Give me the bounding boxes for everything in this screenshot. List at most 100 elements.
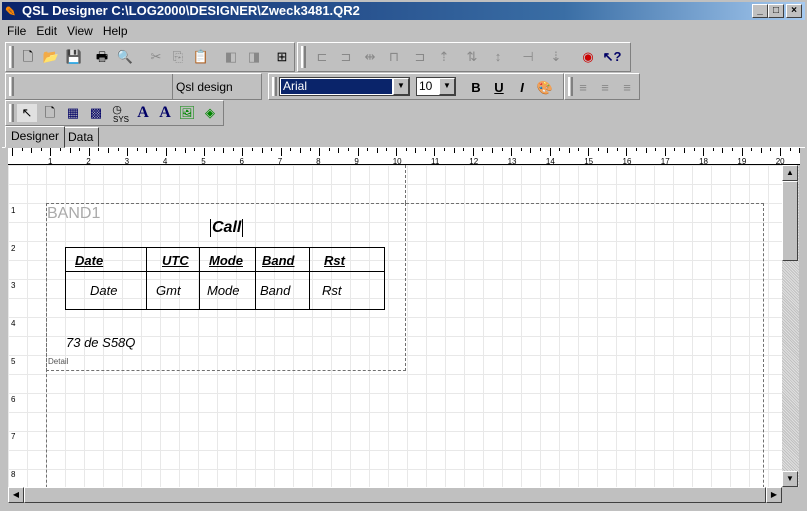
cut-icon[interactable]: ✂ <box>146 48 166 66</box>
page-icon[interactable]: 🗋 <box>40 104 60 122</box>
align-bottom-icon[interactable]: ⇣ <box>546 48 566 66</box>
header-mode[interactable]: Mode <box>209 253 243 268</box>
menu-file[interactable]: File <box>2 22 31 40</box>
vertical-scroll-thumb[interactable] <box>782 181 798 261</box>
ruler-tick <box>434 148 436 156</box>
print-preview-icon[interactable]: 🔍 <box>115 48 135 66</box>
shape-icon[interactable]: ◈ <box>200 104 220 122</box>
ruler-tick <box>770 148 772 151</box>
bold-button[interactable]: B <box>466 79 486 97</box>
vertical-scrollbar[interactable]: ▲ ▼ <box>782 165 799 487</box>
label-icon[interactable]: A <box>133 104 153 122</box>
minimize-button[interactable]: _ <box>752 4 768 18</box>
ruler-tick <box>194 148 196 151</box>
header-rst[interactable]: Rst <box>324 253 345 268</box>
call-field[interactable]: Call <box>210 219 244 237</box>
align-left-icon[interactable]: ⊏ <box>312 48 332 66</box>
ruler-tick <box>12 148 13 156</box>
help-pointer-icon[interactable]: ↖? <box>602 48 622 66</box>
ruler-tick <box>520 148 522 151</box>
tab-designer[interactable]: Designer <box>5 126 66 148</box>
chevron-down-icon[interactable]: ▼ <box>439 78 455 95</box>
paste-icon[interactable]: 📋 <box>191 48 211 66</box>
image-icon[interactable]: 🖼 <box>177 104 197 122</box>
copy-icon[interactable]: ⎘ <box>168 48 188 66</box>
header-date[interactable]: Date <box>75 253 103 268</box>
field-date[interactable]: Date <box>90 283 117 298</box>
text-center-icon[interactable]: ≡ <box>595 79 615 97</box>
text-left-icon[interactable]: ≡ <box>573 79 593 97</box>
row-number: 6 <box>11 394 16 404</box>
scroll-up-icon[interactable]: ▲ <box>782 165 798 181</box>
horizontal-scrollbar[interactable]: ◀ ▶ <box>8 487 782 503</box>
bring-front-icon[interactable]: ◧ <box>221 48 241 66</box>
pointer-icon[interactable]: ↖ <box>17 104 37 122</box>
close-button[interactable]: × <box>786 4 802 18</box>
align-up-icon[interactable]: ⇡ <box>434 48 454 66</box>
align-middle-icon[interactable]: ⊣ <box>518 48 538 66</box>
field-rst[interactable]: Rst <box>322 283 342 298</box>
scroll-left-icon[interactable]: ◀ <box>8 487 24 503</box>
ruler-tick <box>31 148 33 153</box>
vertical-space-icon[interactable]: ↕ <box>488 48 508 66</box>
ruler-number: 10 <box>392 157 402 165</box>
color-palette-icon[interactable]: 🎨 <box>535 79 555 97</box>
align-right-icon[interactable]: ⊐ <box>410 48 430 66</box>
row-number: 8 <box>11 469 16 479</box>
text-right-icon[interactable]: ≡ <box>617 79 637 97</box>
open-icon[interactable]: 📂 <box>41 48 61 66</box>
field-mode[interactable]: Mode <box>207 283 240 298</box>
font-select[interactable]: Arial ▼ <box>279 77 410 96</box>
db-text-icon[interactable]: A <box>155 104 175 122</box>
underline-button[interactable]: U <box>489 79 509 97</box>
row-number: 5 <box>11 356 16 366</box>
ruler-tick <box>616 148 618 151</box>
ruler-tick <box>117 148 119 151</box>
ruler-number: 15 <box>584 157 594 165</box>
footer-text[interactable]: 73 de S58Q <box>66 335 135 350</box>
ruler-tick <box>367 148 369 151</box>
maximize-button[interactable]: □ <box>768 4 784 18</box>
menu-view[interactable]: View <box>62 22 98 40</box>
send-back-icon[interactable]: ◨ <box>244 48 264 66</box>
ruler-number: 14 <box>545 157 555 165</box>
ruler-tick <box>223 148 225 153</box>
ruler-tick <box>69 148 71 153</box>
tab-data[interactable]: Data <box>62 127 100 147</box>
field-band[interactable]: Band <box>260 283 290 298</box>
ruler-tick <box>530 148 532 153</box>
clock-icon[interactable]: ◷ SYS <box>107 101 129 124</box>
print-icon[interactable]: 🖶 <box>92 48 112 66</box>
size-select[interactable]: 10 ▼ <box>416 77 456 96</box>
band-icon[interactable]: ▦ <box>63 104 83 122</box>
scroll-down-icon[interactable]: ▼ <box>782 471 798 487</box>
italic-button[interactable]: I <box>512 79 532 97</box>
ruler-tick <box>175 148 177 151</box>
ruler-tick <box>511 148 513 156</box>
header-band[interactable]: Band <box>262 253 295 268</box>
grid-icon[interactable]: ⊞ <box>272 48 292 66</box>
ruler-number: 12 <box>469 157 479 165</box>
ruler-tick <box>645 148 647 153</box>
ruler-tick <box>472 148 474 156</box>
field-gmt[interactable]: Gmt <box>156 283 181 298</box>
design-canvas[interactable]: 1 2 3 4 5 6 7 8 BAND1 Detail Call Date UTC Mode… <box>8 165 782 487</box>
new-icon[interactable]: 🗋 <box>18 48 38 66</box>
ruler-tick <box>40 148 42 151</box>
scroll-right-icon[interactable]: ▶ <box>766 487 782 503</box>
header-utc[interactable]: UTC <box>162 253 189 268</box>
menu-help[interactable]: Help <box>98 22 133 40</box>
space-equal-icon[interactable]: ⇹ <box>360 48 380 66</box>
save-icon[interactable]: 💾 <box>64 48 84 66</box>
align-hcenter-icon[interactable]: ⊐ <box>336 48 356 66</box>
ruler-number: 17 <box>660 157 670 165</box>
align-vcenter-icon[interactable]: ⇅ <box>462 48 482 66</box>
menu-edit[interactable]: Edit <box>31 22 62 40</box>
horizontal-scroll-thumb[interactable] <box>24 487 766 503</box>
record-icon[interactable]: ◉ <box>578 48 598 66</box>
ruler-tick <box>290 148 292 151</box>
calc-icon[interactable]: ▩ <box>86 104 106 122</box>
align-top-icon[interactable]: ⊓ <box>384 48 404 66</box>
chevron-down-icon[interactable]: ▼ <box>393 78 409 95</box>
ruler-tick <box>501 148 503 151</box>
